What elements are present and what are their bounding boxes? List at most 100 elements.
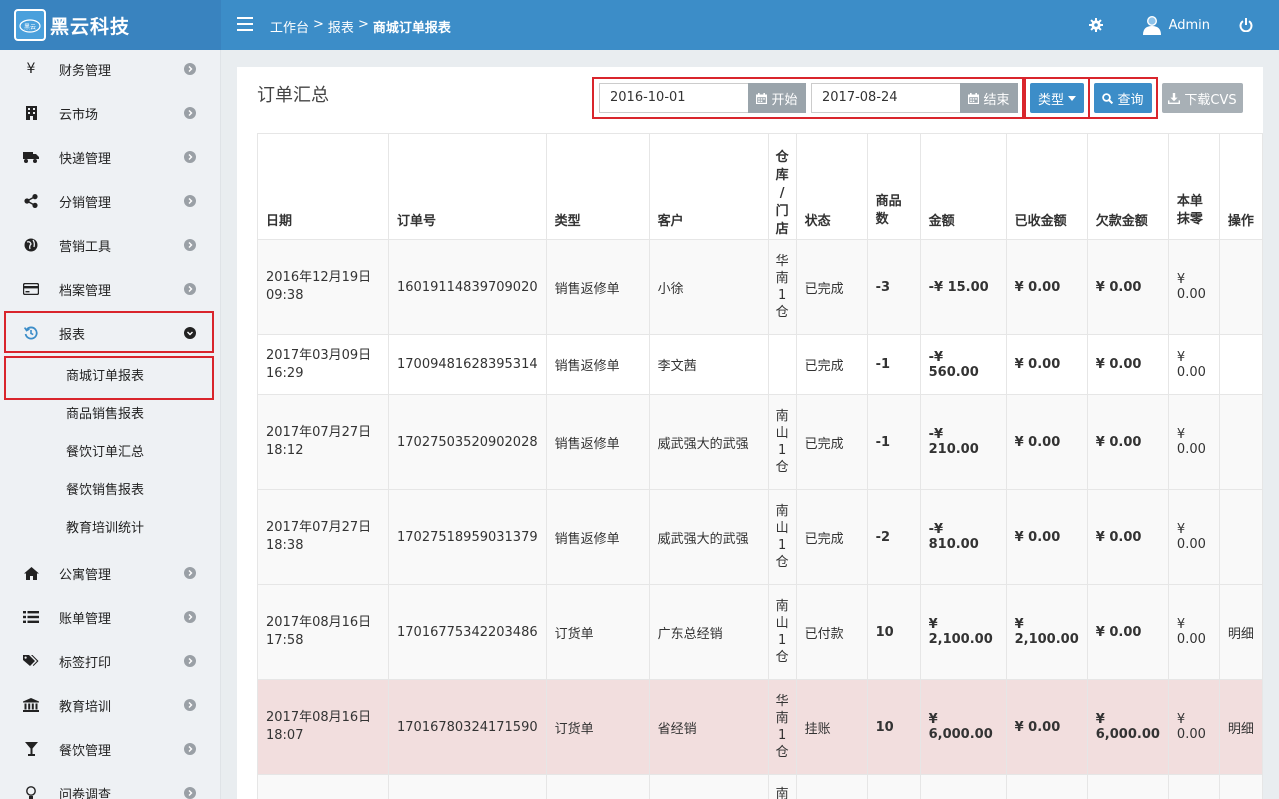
- cell-customer[interactable]: 广东总经销: [648, 584, 769, 680]
- cell-action[interactable]: 明细: [1218, 679, 1263, 775]
- sidebar-item-apartment[interactable]: 公寓管理: [0, 551, 221, 595]
- col-header-date[interactable]: 日期: [257, 133, 389, 240]
- breadcrumb-item-workbench[interactable]: 工作台: [270, 17, 309, 36]
- col-header-received[interactable]: 已收金额: [1005, 133, 1088, 240]
- download-csv-button[interactable]: 下载CVS: [1162, 83, 1243, 113]
- cell-customer[interactable]: 小徐: [648, 239, 769, 335]
- store-char: 南: [775, 271, 789, 286]
- sidebar-subitem-education-stats[interactable]: 教育培训统计: [0, 507, 221, 545]
- highlight-box-date-range: [592, 77, 1024, 119]
- sidebar-subitem-catering-order-summary[interactable]: 餐饮订单汇总: [0, 431, 221, 469]
- col-header-zero[interactable]: 本单 抹零: [1167, 133, 1220, 240]
- col-header-qty[interactable]: 商品 数: [866, 133, 921, 240]
- store-char: 南: [775, 787, 789, 799]
- store-char: 仓: [775, 555, 789, 570]
- col-header-amount[interactable]: 金额: [919, 133, 1007, 240]
- cell-order-no[interactable]: 16019114839709020: [388, 239, 547, 335]
- sidebar-item-finance[interactable]: ¥ 财务管理: [0, 47, 221, 91]
- menu-toggle-icon[interactable]: [237, 17, 253, 33]
- cell-store: [767, 334, 797, 395]
- cell-store: 南山 1 仓: [767, 489, 797, 585]
- store-char: 1: [777, 443, 787, 458]
- breadcrumb-item-reports[interactable]: 报表: [328, 17, 354, 36]
- cell-customer[interactable]: 省经销: [648, 679, 769, 775]
- cell-action[interactable]: [1218, 239, 1263, 335]
- time-line: 16:29: [266, 365, 304, 381]
- cell-order-no[interactable]: 17016775342203486: [388, 584, 547, 680]
- cell-owed: ¥ 0.00: [1086, 334, 1169, 395]
- sidebar-item-education[interactable]: 教育培训: [0, 683, 221, 727]
- col-header-store[interactable]: 仓 库 / 门 店: [767, 133, 797, 240]
- table-row: 2017年07月27日 18:38 17027518959031379 销售返修单 威武…: [257, 489, 1263, 585]
- cell-customer[interactable]: 李文茜: [648, 334, 769, 395]
- header-store-char: 库: [775, 168, 789, 183]
- cell-order-no[interactable]: [388, 774, 547, 799]
- cell-customer[interactable]: 威武强大的武强: [648, 394, 769, 490]
- building-icon: [23, 105, 39, 121]
- cell-action[interactable]: 明细: [1218, 584, 1263, 680]
- header-zero-line: 本单: [1176, 194, 1203, 209]
- cell-received: ¥ 0.00: [1005, 334, 1088, 395]
- col-header-customer[interactable]: 客户: [648, 133, 769, 240]
- cell-type: [545, 774, 650, 799]
- sidebar-item-label: 快递管理: [59, 151, 112, 167]
- cell-status: 挂账: [795, 679, 868, 775]
- header-store-char: 仓: [775, 150, 789, 165]
- chevron-right-icon: [184, 699, 196, 711]
- store-char: 仓: [775, 745, 789, 760]
- sidebar-item-survey[interactable]: 问卷调查: [0, 771, 221, 799]
- cell-store: 南: [767, 774, 797, 799]
- sidebar-item-catering[interactable]: 餐饮管理: [0, 727, 221, 771]
- cell-received: ¥ 0.00: [1005, 394, 1088, 490]
- table-row: 2017年08月16日 17:58 17016775342203486 订货单 广东总经…: [257, 584, 1263, 680]
- cell-store: 华南 1 仓: [767, 239, 797, 335]
- col-header-order-no[interactable]: 订单号: [388, 133, 547, 240]
- cell-owed: ¥ 0.00: [1086, 394, 1169, 490]
- sidebar-subitem-catering-sales-report[interactable]: 餐饮销售报表: [0, 469, 221, 507]
- cell-action[interactable]: [1218, 394, 1263, 490]
- breadcrumb-separator: >: [357, 17, 369, 32]
- cell-qty: 10: [866, 584, 921, 680]
- sidebar-item-label: 问卷调查: [59, 787, 112, 799]
- cell-received: ¥ 0.00: [1005, 239, 1088, 335]
- sidebar-item-express[interactable]: 快递管理: [0, 135, 221, 179]
- cell-type: 销售返修单: [545, 334, 650, 395]
- cell-amount: [919, 774, 1007, 799]
- power-icon[interactable]: [1239, 18, 1253, 33]
- header-qty-line: 商品: [875, 194, 902, 209]
- store-char: 南: [775, 504, 789, 519]
- cell-order-no[interactable]: 17009481628395314: [388, 334, 547, 395]
- cell-date: 2017年07月27日 18:38: [257, 489, 389, 585]
- sidebar-item-label: 标签打印: [59, 655, 112, 671]
- cell-action[interactable]: [1218, 489, 1263, 585]
- cell-date: 2016年12月19日 09:38: [257, 239, 389, 335]
- brand[interactable]: 黑云 黑云科技: [0, 0, 221, 50]
- sidebar-item-cloud-market[interactable]: 云市场: [0, 91, 221, 135]
- col-header-type[interactable]: 类型: [545, 133, 650, 240]
- cell-customer[interactable]: [648, 774, 769, 799]
- chevron-right-icon: [184, 567, 196, 579]
- cell-status: 已付款: [795, 584, 868, 680]
- gear-icon[interactable]: [1088, 18, 1103, 32]
- top-right-tools: Admin: [1088, 0, 1279, 50]
- cell-zero: ¥ 0.00: [1167, 679, 1220, 775]
- sidebar-item-label-print[interactable]: 标签打印: [0, 639, 221, 683]
- cell-order-no[interactable]: 17016780324171590: [388, 679, 547, 775]
- cell-order-no[interactable]: 17027503520902028: [388, 394, 547, 490]
- col-header-action: 操作: [1218, 133, 1263, 240]
- col-header-owed[interactable]: 欠款金额: [1086, 133, 1169, 240]
- user-menu[interactable]: Admin: [1142, 15, 1210, 35]
- sidebar-item-bills[interactable]: 账单管理: [0, 595, 221, 639]
- cell-owed: [1086, 774, 1169, 799]
- table-row: 2017年03月09日 16:29 17009481628395314 销售返修单 李文…: [257, 334, 1263, 395]
- sidebar-item-distribution[interactable]: 分销管理: [0, 179, 221, 223]
- cell-zero: ¥ 0.00: [1167, 584, 1220, 680]
- cell-action[interactable]: [1218, 334, 1263, 395]
- cell-action[interactable]: [1218, 774, 1263, 799]
- user-avatar-icon: [1142, 15, 1161, 35]
- col-header-status[interactable]: 状态: [795, 133, 868, 240]
- cell-order-no[interactable]: 17027518959031379: [388, 489, 547, 585]
- sidebar-item-marketing[interactable]: 营销工具: [0, 223, 221, 267]
- cell-customer[interactable]: 威武强大的武强: [648, 489, 769, 585]
- sidebar-item-archive[interactable]: 档案管理: [0, 267, 221, 311]
